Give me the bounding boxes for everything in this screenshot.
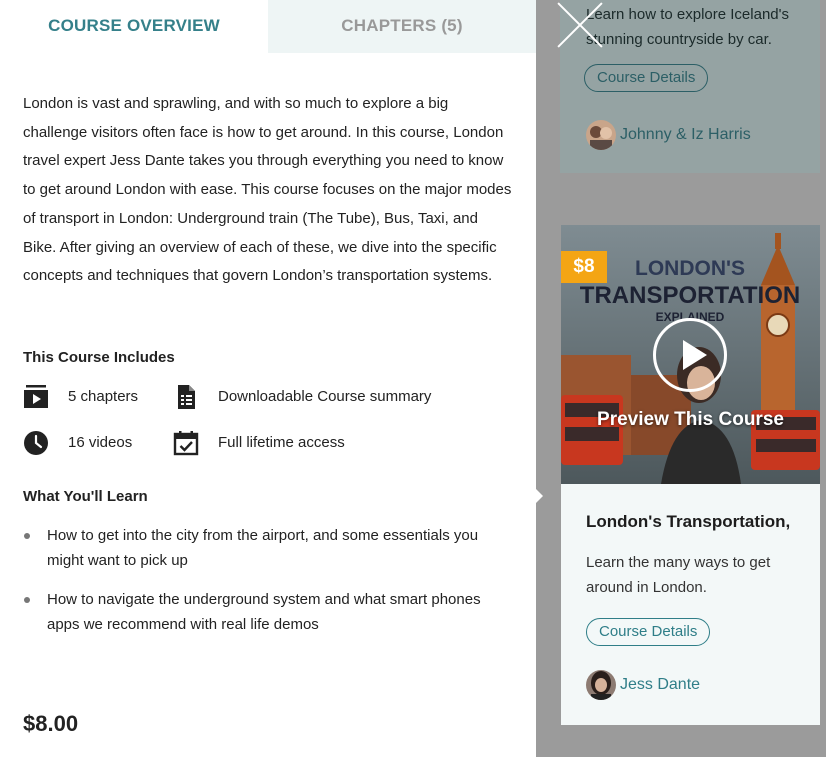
tab-course-overview[interactable]: COURSE OVERVIEW	[0, 0, 268, 53]
author-avatar	[586, 670, 616, 700]
page-backdrop: Learn how to explore Iceland's stunning …	[536, 0, 826, 757]
course-card[interactable]: LONDON'S TRANSPORTATION EXPLAINED $8 Pre…	[561, 225, 820, 725]
course-description: London is vast and sprawling, and with s…	[23, 95, 512, 285]
include-item: Downloadable Course summary	[173, 382, 473, 412]
chapters-icon	[23, 384, 49, 410]
background-card-description: Learn how to explore Iceland's stunning …	[586, 6, 789, 48]
tab-chapters[interactable]: CHAPTERS (5)	[268, 0, 536, 53]
price-tag-badge: $8	[561, 251, 607, 283]
course-price: $8.00	[23, 711, 79, 736]
document-icon	[173, 384, 199, 410]
calendar-check-icon	[173, 430, 199, 456]
preview-course-label[interactable]: Preview This Course	[561, 409, 820, 431]
course-thumbnail[interactable]: LONDON'S TRANSPORTATION EXPLAINED $8 Pre…	[561, 225, 820, 484]
include-item: 5 chapters	[23, 382, 173, 412]
what-youll-learn-section: What You'll Learn How to get into the ci…	[23, 488, 513, 637]
tab-bar: COURSE OVERVIEW CHAPTERS (5)	[0, 0, 536, 53]
course-includes-section: This Course Includes 5 chapters Download…	[23, 349, 513, 458]
list-item: How to get into the city from the airpor…	[23, 523, 503, 573]
list-item: How to navigate the underground system a…	[23, 587, 503, 637]
course-card-description: Learn the many ways to get around in Lon…	[586, 554, 771, 596]
include-item: Full lifetime access	[173, 428, 473, 458]
background-course-details-button[interactable]: Course Details	[584, 64, 709, 92]
content-fade-overlay	[0, 690, 536, 710]
close-icon[interactable]	[555, 0, 605, 50]
thumbnail-title-line1: LONDON'S	[635, 257, 745, 280]
course-overview-panel: COURSE OVERVIEW CHAPTERS (5) London is v…	[0, 0, 536, 757]
include-item: 16 videos	[23, 428, 173, 458]
panel-pointer-arrow	[532, 485, 543, 507]
author-name: Jess Dante	[620, 676, 701, 693]
author-avatar	[586, 120, 616, 150]
course-card-author[interactable]: Jess Dante	[586, 670, 795, 700]
author-name: Johnny & Iz Harris	[620, 126, 751, 143]
learn-list: How to get into the city from the airpor…	[23, 523, 513, 637]
learn-heading: What You'll Learn	[23, 487, 148, 505]
thumbnail-title-line2: TRANSPORTATION	[580, 282, 800, 309]
includes-heading: This Course Includes	[23, 348, 175, 366]
course-card-title[interactable]: London's Transportation,	[586, 512, 795, 532]
play-icon[interactable]	[653, 318, 727, 392]
clock-icon	[23, 430, 49, 456]
course-details-button[interactable]: Course Details	[586, 618, 711, 646]
background-card-author[interactable]: Johnny & Iz Harris	[586, 120, 751, 150]
